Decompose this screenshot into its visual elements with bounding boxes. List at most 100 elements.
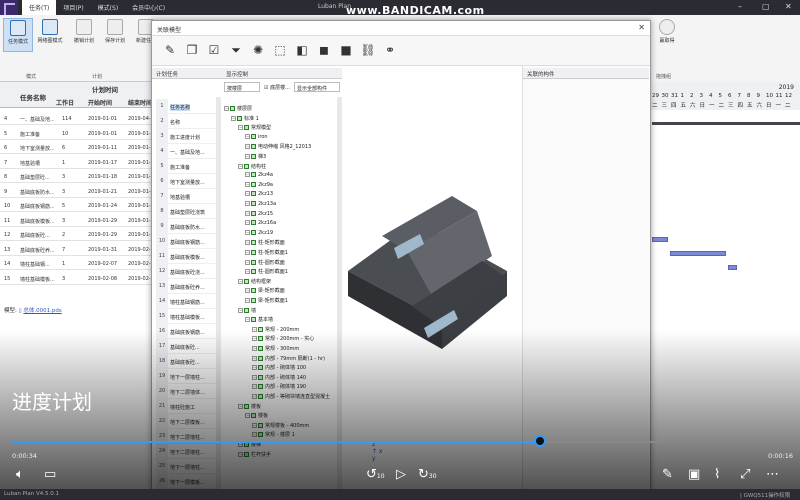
skip-back-button[interactable]: ↺10 xyxy=(366,467,385,482)
task-list-item[interactable]: 7 地基验槽 xyxy=(156,189,218,204)
expand-toggle-icon[interactable]: − xyxy=(245,154,250,159)
video-progress-knob[interactable] xyxy=(533,435,546,447)
tree-checkbox[interactable] xyxy=(251,240,256,246)
task-list-item[interactable]: 11 基础底板模板... xyxy=(156,249,218,264)
expand-toggle-icon[interactable]: − xyxy=(245,144,250,150)
task-list-item[interactable]: 4 一、基础及地... xyxy=(156,144,218,159)
expand-toggle-icon[interactable]: − xyxy=(245,133,250,139)
tree-checkbox[interactable] xyxy=(251,220,256,226)
tree-node[interactable]: − 2kz4a xyxy=(245,172,273,180)
more-icon[interactable]: ⋯ xyxy=(766,467,779,482)
expand-toggle-icon[interactable]: − xyxy=(245,220,250,226)
tree-node[interactable]: − 2kz15 xyxy=(245,210,273,219)
tree-checkbox[interactable] xyxy=(237,115,242,121)
table-row[interactable]: 8 基础垫层砼... 3 2019-01-18 2019-01-... xyxy=(0,170,155,183)
show-all-select[interactable]: 显示全部构件 xyxy=(294,82,340,92)
tree-node[interactable]: − 2kz13 xyxy=(245,191,273,199)
tree-checkbox[interactable] xyxy=(251,133,256,139)
expand-toggle-icon[interactable]: − xyxy=(245,288,250,294)
col-duration[interactable]: 工作日 xyxy=(56,98,74,107)
menu-mode[interactable]: 模式(S) xyxy=(91,0,126,15)
menu-project[interactable]: 项目(P) xyxy=(56,0,90,15)
volume-icon[interactable]: 🔈︎ xyxy=(16,467,24,482)
expand-toggle-icon[interactable]: − xyxy=(238,163,243,169)
cube-solid-icon[interactable]: ◼ xyxy=(316,42,332,58)
expand-toggle-icon[interactable]: − xyxy=(238,307,243,313)
unlink-icon[interactable]: ⚭ xyxy=(382,42,398,58)
gantt-bar[interactable] xyxy=(670,251,726,256)
tree-checkbox[interactable] xyxy=(251,259,256,265)
tree-checkbox[interactable] xyxy=(251,269,256,275)
task-list-item[interactable]: 6 地下室测量放... xyxy=(156,174,218,189)
video-progress-bar[interactable] xyxy=(12,441,788,443)
tree-node[interactable]: − 柱-圆形截面 xyxy=(245,259,285,267)
table-row[interactable]: 10 基础底板钢筋... 5 2019-01-24 2019-01-... xyxy=(0,199,155,212)
expand-toggle-icon[interactable]: − xyxy=(245,317,250,323)
tree-checkbox[interactable] xyxy=(251,201,256,206)
edit-pen-icon[interactable]: ✎ xyxy=(662,467,673,482)
tree-node[interactable]: − 柱-圆形截面1 xyxy=(245,268,288,276)
maximize-icon[interactable]: ▢ xyxy=(762,2,770,11)
task-list-item[interactable]: 5 施工准备 xyxy=(156,159,218,174)
expand-toggle-icon[interactable]: − xyxy=(245,172,250,178)
table-row[interactable]: 11 基础底板模板... 3 2019-01-29 2019-01-... xyxy=(0,214,155,227)
tree-checkbox[interactable] xyxy=(251,317,256,323)
tree-node[interactable]: − 结构框架 xyxy=(238,278,271,286)
task-list-item[interactable]: 12 基础底板砼浇... xyxy=(156,264,218,279)
expand-toggle-icon[interactable]: − xyxy=(245,259,250,265)
table-row[interactable]: 13 基础底板砼养... 7 2019-01-31 2019-02-... xyxy=(0,243,155,256)
subtitles-icon[interactable]: ▭ xyxy=(44,467,56,482)
loading-icon[interactable]: ✺ xyxy=(250,42,266,58)
gantt-bar[interactable] xyxy=(652,237,668,242)
tree-node[interactable]: − 柱-矩形截面1 xyxy=(245,249,288,257)
expand-toggle-icon[interactable]: − xyxy=(245,201,250,206)
tree-checkbox[interactable] xyxy=(251,154,256,159)
drag-button[interactable]: 赢取得 xyxy=(652,18,682,52)
tree-node[interactable]: − 2kz13a xyxy=(245,201,276,209)
table-row[interactable]: 12 基础底板砼... 2 2019-01-29 2019-01-... xyxy=(0,228,155,241)
tree-checkbox[interactable] xyxy=(244,307,249,313)
close-icon[interactable]: ✕ xyxy=(785,2,792,11)
expand-toggle-icon[interactable]: − xyxy=(245,210,250,216)
tree-checkbox[interactable] xyxy=(251,288,256,294)
expand-toggle-icon[interactable]: − xyxy=(238,125,243,131)
tree-checkbox[interactable] xyxy=(251,191,256,197)
dialog-close-icon[interactable]: ✕ xyxy=(638,23,645,32)
model-file-link[interactable]: 总体.0001.pds xyxy=(23,308,61,314)
tree-node[interactable]: − 结构柱 xyxy=(238,163,266,171)
undo-plan-button[interactable]: 撤销计划 xyxy=(69,18,99,52)
table-row[interactable]: 15 墙柱基础模板... 3 2019-02-08 2019-02-... xyxy=(0,272,155,285)
task-mode-button[interactable]: 任务模式 xyxy=(3,18,33,52)
tree-node[interactable]: − 楼层层 xyxy=(224,105,252,113)
fullscreen-icon[interactable]: ⤢ xyxy=(740,467,750,482)
tree-checkbox[interactable] xyxy=(244,125,249,131)
filter-icon[interactable]: ⏷ xyxy=(228,42,244,58)
link-icon[interactable]: ⛓ xyxy=(360,42,376,58)
table-row[interactable]: 4 一、基础及地... 114 2019-01-01 2019-04-... xyxy=(0,112,155,125)
tree-node[interactable]: − 标准 1 xyxy=(231,115,259,123)
gantt-summary-bar[interactable] xyxy=(652,122,800,125)
cube-dark-icon[interactable]: ■ xyxy=(338,42,354,58)
tree-node[interactable]: − 墙 xyxy=(238,307,256,315)
expand-toggle-icon[interactable]: − xyxy=(245,269,250,275)
minimize-icon[interactable]: – xyxy=(738,2,742,11)
network-mode-button[interactable]: 网络图模式 xyxy=(35,18,65,52)
select-box-icon[interactable]: ⬚ xyxy=(272,42,288,58)
expand-toggle-icon[interactable]: − xyxy=(245,250,250,255)
col-task-name[interactable]: 任务名称 xyxy=(20,92,46,102)
table-row[interactable]: 5 施工准备 10 2019-01-01 2019-01-... xyxy=(0,127,155,140)
tree-checkbox[interactable] xyxy=(251,229,256,235)
tree-node[interactable]: − 2kz9a xyxy=(245,181,273,190)
expand-toggle-icon[interactable]: − xyxy=(245,181,250,187)
floor-checkbox[interactable]: ☑ 底层楼... xyxy=(262,82,294,92)
task-list-item[interactable]: 10 基础底板钢筋... xyxy=(156,234,218,249)
tree-node[interactable]: − 2kz19 xyxy=(245,229,273,238)
col-start[interactable]: 开始时间 xyxy=(88,98,112,107)
tree-checkbox[interactable] xyxy=(251,298,256,303)
expand-toggle-icon[interactable]: − xyxy=(224,106,229,111)
tree-node[interactable]: − 梯3 xyxy=(245,153,266,161)
edit-icon[interactable]: ✎ xyxy=(162,42,178,58)
save-plan-button[interactable]: 保存计划 xyxy=(100,18,130,52)
task-list-item[interactable]: 14 墙柱基础钢筋... xyxy=(156,294,218,309)
expand-toggle-icon[interactable]: − xyxy=(238,278,243,284)
